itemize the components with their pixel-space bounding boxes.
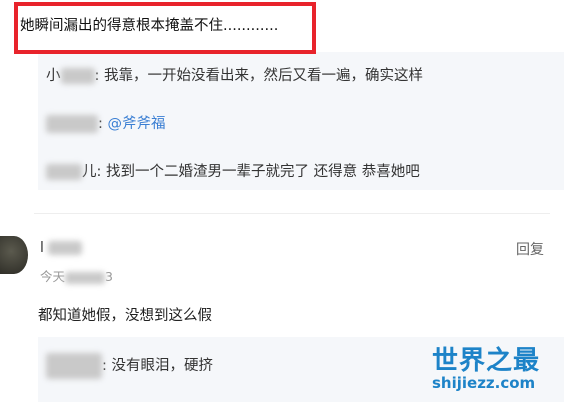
divider <box>34 213 550 214</box>
comment-text: 都知道她假，没想到这么假 <box>38 308 212 324</box>
watermark-logo: 世界之最 shijiezz.com <box>430 340 560 398</box>
reply-text: : 没有眼泪，硬挤 <box>102 358 213 374</box>
reply-button[interactable]: 回复 <box>516 239 544 259</box>
username-text: l <box>40 240 44 256</box>
reply-item: 小 : 我靠，一开始没看出来，然后又看一遍，确实这样 <box>46 64 423 85</box>
reply-username[interactable]: 小 <box>46 68 61 84</box>
blurred-username <box>46 115 98 133</box>
highlighted-comment-text: 她瞬间漏出的得意根本掩盖不住............ <box>20 18 279 34</box>
blurred-username <box>46 164 82 180</box>
reply-text: : 我靠，一开始没看出来，然后又看一遍，确实这样 <box>94 68 424 84</box>
time-suffix: 3 <box>105 269 113 284</box>
blurred-username <box>60 68 95 84</box>
avatar[interactable] <box>0 236 28 274</box>
blurred-username <box>47 241 82 255</box>
watermark-url: shijiezz.com <box>432 374 536 392</box>
reply-text: : 找到一个二婚渣男一辈子就完了 还得意 恭喜她吧 <box>96 164 420 180</box>
time-text: 今天 <box>40 269 66 284</box>
comment-username[interactable]: l <box>40 240 82 256</box>
reply-text: : <box>98 116 108 132</box>
mention-link[interactable]: @斧斧福 <box>108 116 166 132</box>
blurred-time <box>65 271 106 284</box>
reply-username[interactable]: 儿 <box>82 164 97 180</box>
watermark-title: 世界之最 <box>432 346 541 376</box>
reply-item: : @斧斧福 <box>46 112 166 133</box>
comment-time: 今天 3 <box>40 266 113 285</box>
blurred-username <box>46 353 102 379</box>
reply-item: 儿: 找到一个二婚渣男一辈子就完了 还得意 恭喜她吧 <box>46 160 420 181</box>
reply-item: : 没有眼泪，硬挤 <box>46 353 213 379</box>
